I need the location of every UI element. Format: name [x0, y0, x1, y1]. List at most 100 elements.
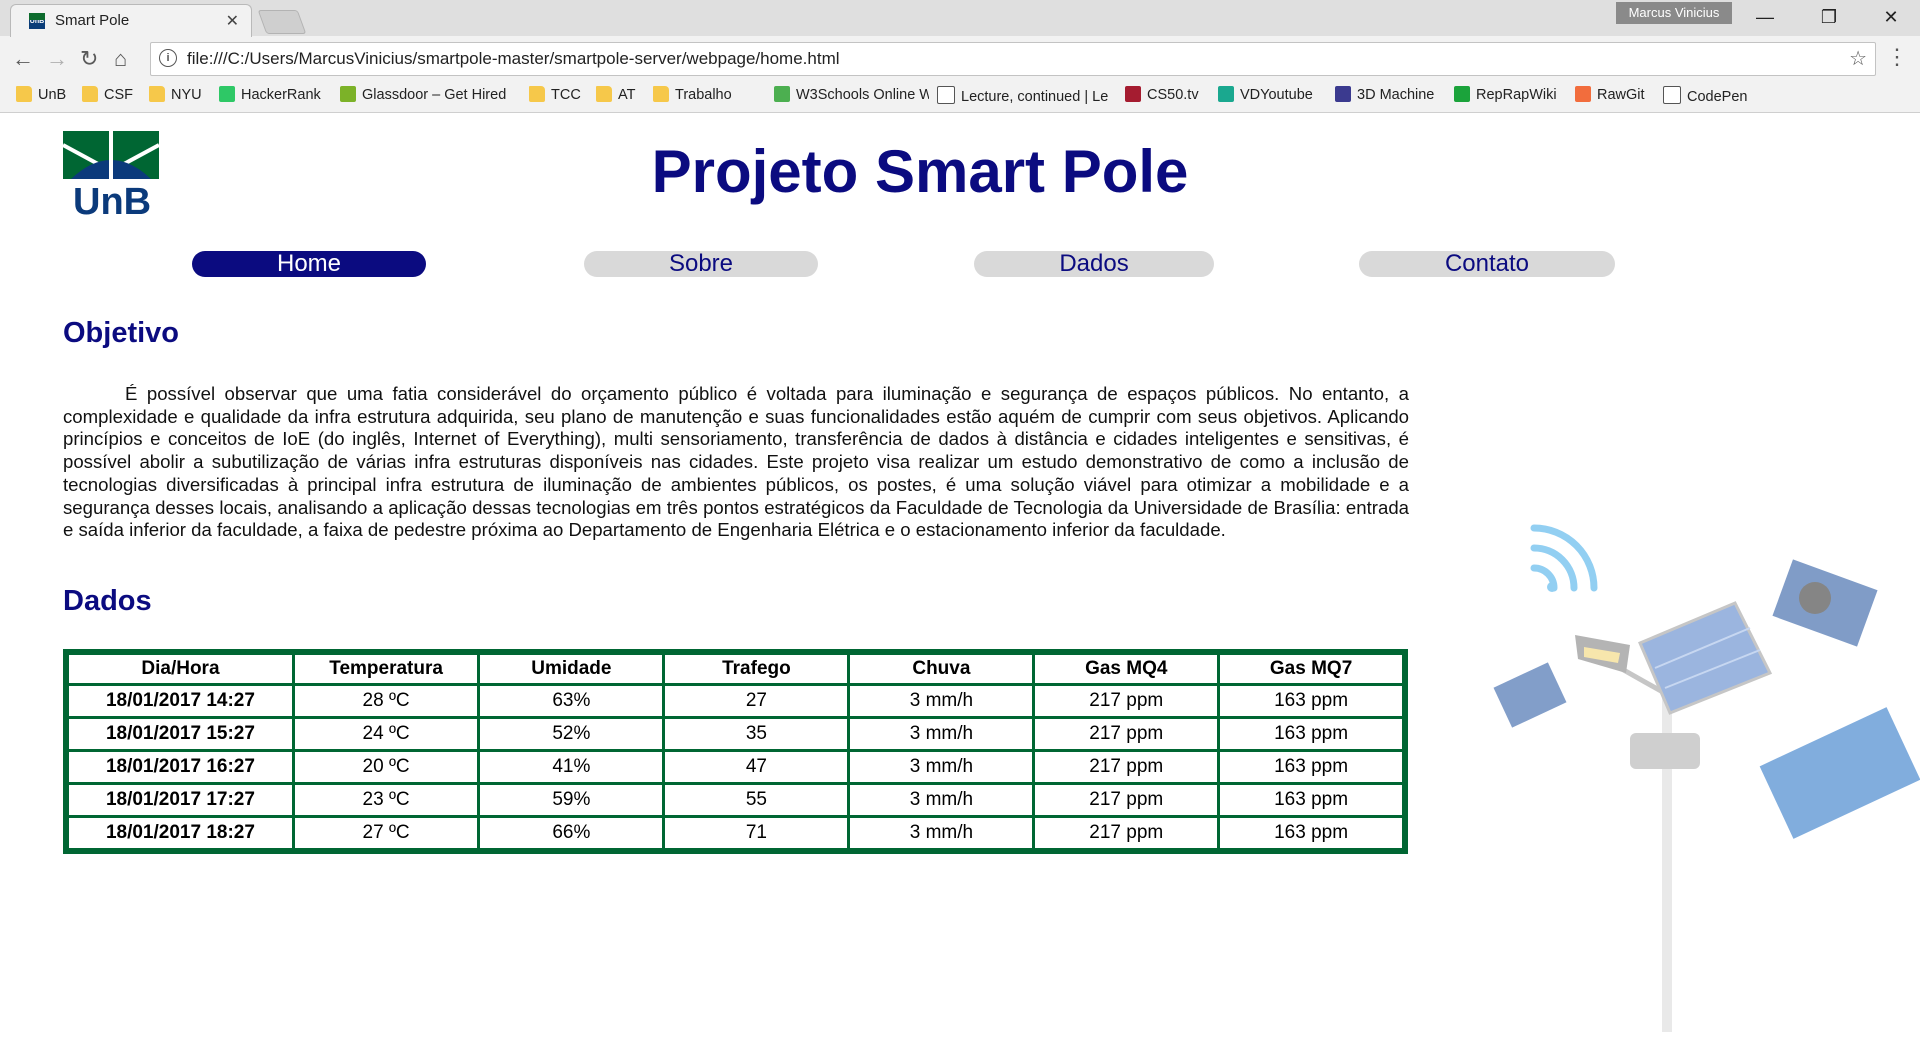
table-cell: 66%	[480, 818, 663, 848]
folder-icon	[82, 86, 98, 102]
table-cell: 163 ppm	[1220, 686, 1402, 716]
table-cell: 55	[665, 785, 848, 815]
bookmark-9[interactable]: Lecture, continued | Le	[937, 86, 1117, 106]
nav-contato-button[interactable]: Contato	[1359, 251, 1615, 277]
table-cell: 3 mm/h	[850, 686, 1033, 716]
bookmark-label: HackerRank	[241, 87, 321, 103]
table-cell: 71	[665, 818, 848, 848]
bookmark-5[interactable]: TCC	[529, 86, 589, 106]
column-header: Umidade	[480, 655, 663, 683]
folder-icon	[596, 86, 612, 102]
bookmark-2[interactable]: NYU	[149, 86, 209, 106]
menu-kebab-icon[interactable]: ⋮	[1886, 44, 1908, 70]
forward-arrow-icon[interactable]: →	[46, 46, 68, 72]
bookmark-10[interactable]: CS50.tv	[1125, 86, 1210, 106]
bookmark-0[interactable]: UnB	[16, 86, 76, 106]
table-row: 18/01/2017 18:27 27 ºC 66% 71 3 mm/h 217 ppm 1…	[69, 818, 1402, 848]
hackerrank-icon	[219, 86, 235, 102]
bookmark-label: UnB	[38, 87, 67, 103]
objetivo-paragraph: É possível observar que uma fatia consid…	[63, 383, 1409, 541]
bookmark-label: Glassdoor – Get Hired	[362, 87, 507, 103]
table-cell: 18/01/2017 16:27	[69, 752, 292, 782]
wifi-icon	[1530, 524, 1598, 592]
bookmark-star-icon[interactable]: ☆	[1849, 46, 1867, 71]
table-cell: 59%	[480, 785, 663, 815]
objetivo-heading: Objetivo	[63, 317, 180, 349]
rawgit-icon	[1575, 86, 1591, 102]
new-tab-button[interactable]	[257, 10, 307, 34]
table-cell: 163 ppm	[1220, 752, 1402, 782]
table-row: 18/01/2017 14:27 28 ºC 63% 27 3 mm/h 217 ppm 1…	[69, 686, 1402, 716]
bookmark-11[interactable]: VDYoutube	[1218, 86, 1328, 106]
bookmark-label: 3D Machine	[1357, 87, 1435, 103]
table-row: 18/01/2017 16:27 20 ºC 41% 47 3 mm/h 217 ppm 1…	[69, 752, 1402, 782]
table-cell: 18/01/2017 15:27	[69, 719, 292, 749]
folder-icon	[149, 86, 165, 102]
nav-sobre-button[interactable]: Sobre	[584, 251, 818, 277]
bookmark-1[interactable]: CSF	[82, 86, 142, 106]
bookmark-7[interactable]: Trabalho	[653, 86, 763, 106]
table-cell: 217 ppm	[1035, 818, 1218, 848]
bookmark-label: Lecture, continued | Le	[961, 89, 1109, 105]
table-cell: 217 ppm	[1035, 719, 1218, 749]
table-cell: 163 ppm	[1220, 818, 1402, 848]
glassdoor-icon	[340, 86, 356, 102]
table-cell: 18/01/2017 18:27	[69, 818, 292, 848]
bookmark-label: Trabalho	[675, 87, 732, 103]
smart-pole-illustration	[1480, 523, 1920, 1032]
bookmarks-bar: UnB CSF NYU HackerRank Glassdoor – Get Hired…	[0, 80, 1920, 113]
minimize-icon[interactable]: —	[1742, 4, 1788, 30]
address-bar[interactable]: i ☆	[150, 42, 1876, 76]
nav-dados-button[interactable]: Dados	[974, 251, 1214, 277]
back-arrow-icon[interactable]: ←	[12, 46, 34, 72]
bookmark-label: RawGit	[1597, 87, 1645, 103]
table-cell: 63%	[480, 686, 663, 716]
bookmark-4[interactable]: Glassdoor – Get Hired	[340, 86, 522, 106]
table-cell: 3 mm/h	[850, 785, 1033, 815]
table-cell: 217 ppm	[1035, 686, 1218, 716]
column-header: Chuva	[850, 655, 1033, 683]
info-icon[interactable]: i	[159, 49, 177, 67]
title-bar: UnB Smart Pole ✕ Marcus Vinicius — ❐ ✕	[0, 0, 1920, 37]
unb-favicon-icon: UnB	[29, 13, 45, 29]
browser-tab[interactable]: UnB Smart Pole ✕	[10, 4, 252, 37]
bookmark-6[interactable]: AT	[596, 86, 646, 106]
table-cell: 41%	[480, 752, 663, 782]
bookmark-label: NYU	[171, 87, 202, 103]
bookmark-3[interactable]: HackerRank	[219, 86, 334, 106]
close-window-icon[interactable]: ✕	[1868, 4, 1914, 30]
bookmark-13[interactable]: RepRapWiki	[1454, 86, 1566, 106]
bookmark-12[interactable]: 3D Machine	[1335, 86, 1445, 106]
restore-icon[interactable]: ❐	[1806, 4, 1852, 30]
bookmark-label: VDYoutube	[1240, 87, 1313, 103]
table-cell: 24 ºC	[294, 719, 478, 749]
reprap-icon	[1454, 86, 1470, 102]
reload-icon[interactable]: ↻	[80, 46, 98, 72]
url-input[interactable]	[187, 47, 1787, 71]
table-cell: 163 ppm	[1220, 785, 1402, 815]
bookmark-label: RepRapWiki	[1476, 87, 1557, 103]
bookmark-8[interactable]: W3Schools Online We	[774, 86, 929, 106]
table-cell: 28 ºC	[294, 686, 478, 716]
codepen-icon	[1663, 86, 1681, 104]
table-row: 18/01/2017 15:27 24 ºC 52% 35 3 mm/h 217 ppm 1…	[69, 719, 1402, 749]
dados-heading: Dados	[63, 585, 152, 617]
table-cell: 18/01/2017 17:27	[69, 785, 292, 815]
bookmark-label: AT	[618, 87, 636, 103]
bookmark-label: CodePen	[1687, 89, 1748, 105]
table-header-row: Dia/Hora Temperatura Umidade Trafego Chuva Ga…	[69, 655, 1402, 683]
table-cell: 217 ppm	[1035, 785, 1218, 815]
table-cell: 27	[665, 686, 848, 716]
browser-chrome: UnB Smart Pole ✕ Marcus Vinicius — ❐ ✕ ←…	[0, 0, 1920, 113]
nav-home-button[interactable]: Home	[192, 251, 426, 277]
table-cell: 3 mm/h	[850, 752, 1033, 782]
folder-icon	[16, 86, 32, 102]
tab-close-icon[interactable]: ✕	[226, 11, 239, 31]
bookmark-14[interactable]: RawGit	[1575, 86, 1655, 106]
table-cell: 23 ºC	[294, 785, 478, 815]
bookmark-15[interactable]: CodePen	[1663, 86, 1763, 106]
bookmark-label: CSF	[104, 87, 133, 103]
column-header: Gas MQ7	[1220, 655, 1402, 683]
profile-badge[interactable]: Marcus Vinicius	[1616, 2, 1732, 24]
home-icon[interactable]: ⌂	[114, 46, 127, 72]
